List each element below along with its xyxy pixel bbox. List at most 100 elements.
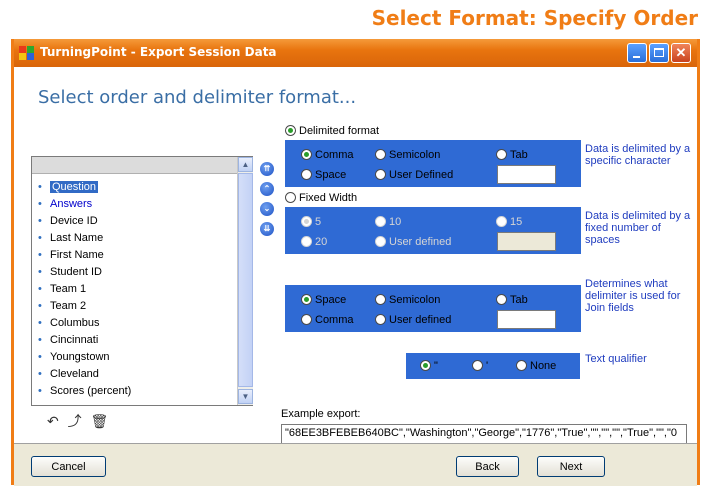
delimited-comma-radio[interactable]: Comma [301,149,354,161]
join-tab-label: Tab [510,294,528,306]
list-item[interactable]: Question [38,179,234,196]
list-item[interactable]: Student ID [38,264,234,281]
list-item-label: Team 1 [50,283,87,295]
fixed-width-options-panel: 5 10 15 20 User defined [285,207,581,254]
undo-icon[interactable]: ↶ [47,413,59,429]
list-header [32,157,237,174]
back-button[interactable]: Back [456,456,519,477]
width-5-radio[interactable]: 5 [301,216,321,228]
delimited-semicolon-radio[interactable]: Semicolon [375,149,440,161]
delimited-options-panel: Comma Semicolon Tab Space User Defined [285,140,581,187]
qualifier-double-quote-radio[interactable]: " [420,360,438,372]
dialog-content: Select order and delimiter format... Que… [14,67,697,457]
turningpoint-app-icon [19,46,34,60]
delimited-format-radio[interactable]: Delimited format [285,125,379,137]
list-item[interactable]: Team 1 [38,281,234,298]
user-defined-label: User Defined [389,169,454,181]
radio-dot [496,216,507,227]
list-item[interactable]: Answers [38,196,234,213]
join-comma-label: Comma [315,314,354,326]
radio-dot [285,192,296,203]
close-button[interactable]: ✕ [671,43,691,63]
qualifier-note: Text qualifier [585,353,647,365]
list-scrollbar[interactable]: ▲ ▼ [237,157,253,405]
join-comma-radio[interactable]: Comma [301,314,354,326]
list-item[interactable]: Team 2 [38,298,234,315]
join-note: Determines what delimiter is used for Jo… [585,278,681,314]
radio-dot [375,236,386,247]
width-user-defined-label: User defined [389,236,452,248]
slide-title: Select Format: Specify Order [371,6,698,30]
list-tools: ↶ ⤴ 🗑 [47,411,113,431]
join-semicolon-label: Semicolon [389,294,441,306]
footer-bar: Cancel Back Next [14,443,697,486]
list-item[interactable]: First Name [38,247,234,264]
maximize-icon [654,48,664,57]
width-user-defined-radio[interactable]: User defined [375,236,451,248]
radio-dot [375,294,386,305]
delimited-user-defined-radio[interactable]: User Defined [375,169,453,181]
list-item-label: Youngstown [50,351,110,363]
delete-icon[interactable]: 🗑 [91,413,109,429]
fixed-width-radio[interactable]: Fixed Width [285,192,357,204]
order-buttons: ⇈ ⌃ ⌄ ⇊ [260,162,276,242]
add-join-icon[interactable]: ⤴ [68,413,82,429]
width-20-radio[interactable]: 20 [301,236,327,248]
scroll-thumb[interactable] [238,173,253,387]
list-item-label: Team 2 [50,300,87,312]
list-item-label: Student ID [50,266,102,278]
qualifier-single-quote-radio[interactable]: ' [472,360,488,372]
width-15-label: 15 [510,216,523,228]
close-icon: ✕ [675,45,687,60]
single-quote-label: ' [486,360,489,372]
list-item-label: First Name [50,249,104,261]
tab-label: Tab [510,149,528,161]
radio-dot [496,149,507,160]
list-item[interactable]: Last Name [38,230,234,247]
move-down-icon[interactable]: ⌄ [260,202,274,216]
width-10-radio[interactable]: 10 [375,216,401,228]
delimited-tab-radio[interactable]: Tab [496,149,528,161]
radio-dot [301,169,312,180]
join-tab-radio[interactable]: Tab [496,294,528,306]
join-user-defined-radio[interactable]: User defined [375,314,451,326]
radio-dot [375,149,386,160]
fixed-width-note: Data is delimited by a fixed number of s… [585,210,691,246]
list-item[interactable]: Cincinnati [38,332,234,349]
list-item-label: Device ID [50,215,98,227]
delimited-space-radio[interactable]: Space [301,169,346,181]
move-to-bottom-icon[interactable]: ⇊ [260,222,274,236]
scroll-up-arrow-icon[interactable]: ▲ [238,157,253,172]
double-quote-label: " [434,360,438,372]
list-item[interactable]: Columbus [38,315,234,332]
radio-dot [516,360,527,371]
width-15-radio[interactable]: 15 [496,216,522,228]
list-item[interactable]: Device ID [38,213,234,230]
list-item[interactable]: Scores (percent) [38,383,234,400]
fixed-width-custom-input[interactable] [497,232,556,251]
radio-dot [375,314,386,325]
radio-dot [496,294,507,305]
list-item[interactable]: Cleveland [38,366,234,383]
move-to-top-icon[interactable]: ⇈ [260,162,274,176]
join-space-radio[interactable]: Space [301,294,346,306]
cancel-button[interactable]: Cancel [31,456,106,477]
minimize-button[interactable] [627,43,647,63]
qualifier-options-panel: " ' None [406,353,580,379]
qualifier-none-radio[interactable]: None [516,360,556,372]
space-label: Space [315,169,347,181]
move-up-icon[interactable]: ⌃ [260,182,274,196]
next-button[interactable]: Next [537,456,605,477]
join-semicolon-radio[interactable]: Semicolon [375,294,440,306]
maximize-button[interactable] [649,43,669,63]
delimited-custom-input[interactable] [497,165,556,184]
join-custom-input[interactable] [497,310,556,329]
list-item-label: Last Name [50,232,104,244]
scroll-down-arrow-icon[interactable]: ▼ [238,389,253,404]
list-item[interactable]: Youngstown [38,349,234,366]
fixed-width-label: Fixed Width [299,192,358,204]
width-20-label: 20 [315,236,328,248]
list-item-label: Cincinnati [50,334,99,346]
field-order-list[interactable]: Question Answers Device ID Last Name First N… [31,156,253,406]
radio-dot [420,360,431,371]
